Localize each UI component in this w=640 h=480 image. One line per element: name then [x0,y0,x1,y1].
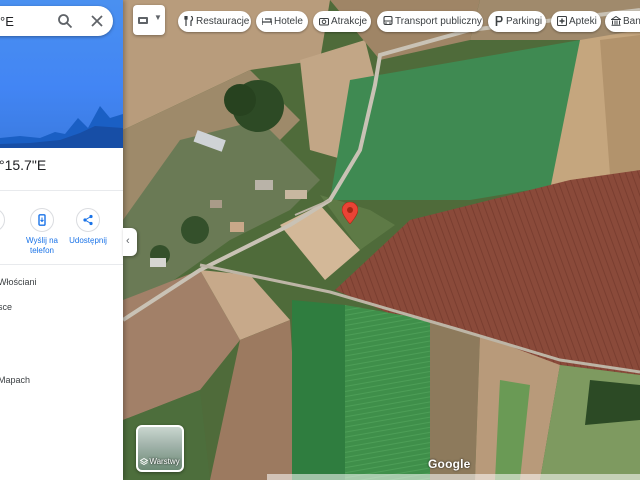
chevron-left-icon: ‹ [126,235,130,247]
phone-send-icon [38,214,46,226]
chip-pharmacies[interactable]: Apteki [551,11,601,32]
side-panel: °E °15.7"E lizu Wyślij na telefon Udostę… [0,0,123,480]
chip-hotels[interactable]: Hotele [256,11,308,32]
chip-public-transport[interactable]: Transport publiczny [377,11,483,32]
google-logo: Google [428,457,471,471]
info-row-maps[interactable]: Mapach [0,375,30,385]
chip-label: Ban [623,16,640,27]
bus-icon [383,16,393,26]
keyboard-icon [138,17,148,24]
share-label: Udostępnij [69,236,107,245]
divider [0,264,123,265]
share-button[interactable]: Udostępnij [66,208,110,246]
chip-parking[interactable]: Parkingi [488,11,546,32]
layers-label: Warstwy [149,457,180,466]
info-row-place[interactable]: sce [0,302,12,312]
coordinates-text: °15.7"E [0,157,47,173]
search-icon[interactable] [57,13,73,29]
location-pin-icon[interactable] [341,201,359,229]
camera-icon [319,17,329,26]
fork-knife-icon [184,16,194,26]
save-label: lizu [0,236,15,246]
chip-attractions[interactable]: Atrakcje [313,11,371,32]
map-type-button[interactable]: ▼ [133,5,165,35]
info-row-address[interactable]: Włościani [0,277,37,287]
chip-label: Hotele [274,16,303,27]
search-input[interactable]: °E [0,14,14,29]
chip-label: Atrakcje [331,16,368,27]
chip-label: Restauracje [196,16,250,27]
send-to-phone-button[interactable]: Wyślij na telefon [20,208,64,256]
save-button[interactable]: lizu [0,208,15,246]
attribution-bar [267,474,640,480]
chip-label: Parkingi [506,16,543,27]
divider [0,190,123,191]
chip-label: Apteki [569,16,597,27]
close-icon[interactable] [89,13,105,29]
chip-label: Transport publiczny [395,16,482,27]
layers-button[interactable]: Warstwy [136,425,184,472]
bed-icon [262,18,272,25]
share-icon [83,214,93,226]
layers-icon [139,457,149,466]
chip-restaurants[interactable]: Restauracje [178,11,251,32]
parking-icon [495,16,503,26]
search-box[interactable]: °E [0,6,113,36]
bank-icon [611,16,621,26]
chip-banks[interactable]: Ban [605,11,640,32]
send-to-phone-label: Wyślij na telefon [26,236,58,255]
pharmacy-icon [557,16,567,26]
collapse-panel-button[interactable]: ‹ [123,228,137,256]
chevron-down-icon: ▼ [154,13,162,22]
